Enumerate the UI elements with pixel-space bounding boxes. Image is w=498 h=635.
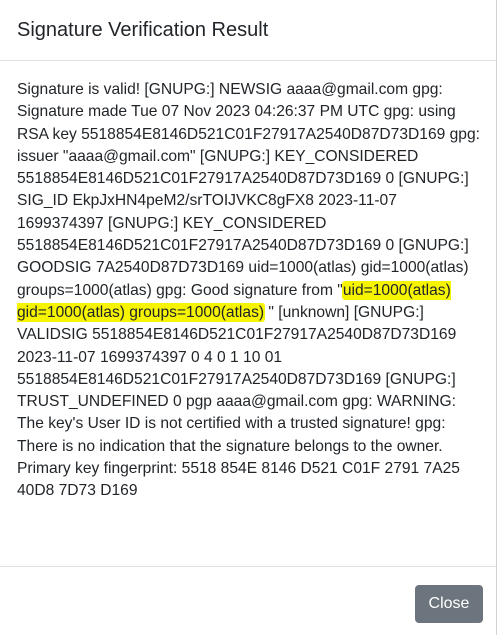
verification-output-text: Signature is valid! [GNUPG:] NEWSIG aaaa… — [17, 79, 485, 503]
dialog-footer: Close — [0, 566, 496, 635]
verification-output-prefix: Signature is valid! [GNUPG:] NEWSIG aaaa… — [17, 81, 480, 299]
dialog-title: Signature Verification Result — [17, 19, 269, 41]
dialog-body: Signature is valid! [GNUPG:] NEWSIG aaaa… — [17, 79, 485, 503]
signature-result-dialog: Signature Verification Result Signature … — [0, 0, 497, 635]
verification-output-suffix: " [unknown] [GNUPG:] VALIDSIG 5518854E81… — [17, 303, 460, 500]
close-button[interactable]: Close — [415, 585, 483, 623]
dialog-header: Signature Verification Result — [0, 0, 496, 61]
